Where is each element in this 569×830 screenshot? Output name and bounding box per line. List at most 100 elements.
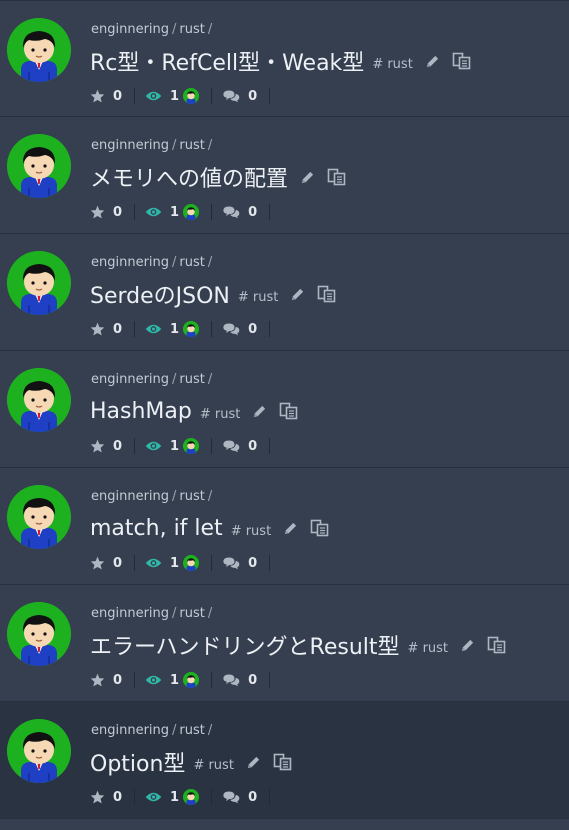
pencil-icon[interactable]	[283, 521, 298, 536]
pencil-icon[interactable]	[425, 54, 440, 69]
comment-stat[interactable]: 0	[222, 89, 257, 104]
comment-icon[interactable]	[222, 673, 240, 687]
post-item[interactable]: enginnering / rust / SerdeのJSON # rust 0…	[0, 234, 569, 351]
pencil-icon[interactable]	[460, 638, 475, 653]
post-item[interactable]: enginnering / rust / エラーハンドリングとResult型 # ru…	[0, 585, 569, 702]
post-title[interactable]: エラーハンドリングとResult型	[90, 629, 400, 661]
comment-icon[interactable]	[222, 205, 240, 219]
copy-icon[interactable]	[279, 402, 299, 420]
star-stat[interactable]: 0	[90, 439, 122, 454]
author-avatar[interactable]	[7, 251, 71, 315]
category-link[interactable]: enginnering	[91, 255, 169, 270]
star-stat[interactable]: 0	[90, 673, 122, 688]
watcher-avatar[interactable]	[183, 204, 200, 220]
pencil-icon[interactable]	[246, 755, 261, 770]
watch-stat[interactable]: 1	[145, 438, 200, 454]
watcher-avatar[interactable]	[183, 789, 200, 805]
watcher-avatar[interactable]	[183, 555, 200, 571]
subcategory-link[interactable]: rust	[179, 255, 204, 270]
subcategory-link[interactable]: rust	[179, 723, 204, 738]
watcher-avatar[interactable]	[183, 438, 200, 454]
subcategory-link[interactable]: rust	[179, 138, 204, 153]
watch-stat[interactable]: 1	[145, 321, 200, 337]
watcher-avatar[interactable]	[183, 88, 200, 104]
watch-stat[interactable]: 1	[145, 204, 200, 220]
watcher-avatar[interactable]	[183, 321, 200, 337]
post-title[interactable]: メモリへの値の配置	[90, 161, 288, 193]
star-icon[interactable]	[90, 89, 105, 103]
post-tag[interactable]: # rust	[408, 641, 448, 656]
category-link[interactable]: enginnering	[91, 489, 169, 504]
subcategory-link[interactable]: rust	[179, 489, 204, 504]
star-stat[interactable]: 0	[90, 322, 122, 337]
post-tag[interactable]: # rust	[200, 407, 240, 422]
eye-icon[interactable]	[145, 557, 162, 569]
copy-icon[interactable]	[273, 753, 293, 771]
author-avatar[interactable]	[7, 602, 71, 666]
post-item[interactable]: enginnering / rust / Rc型・RefCell型・Weak型 # r…	[0, 0, 569, 117]
comment-stat[interactable]: 0	[222, 439, 257, 454]
category-link[interactable]: enginnering	[91, 723, 169, 738]
star-stat[interactable]: 0	[90, 790, 122, 805]
category-link[interactable]: enginnering	[91, 606, 169, 621]
comment-stat[interactable]: 0	[222, 790, 257, 805]
author-avatar[interactable]	[7, 134, 71, 198]
pencil-icon[interactable]	[290, 287, 305, 302]
post-title[interactable]: Option型	[90, 746, 185, 778]
star-stat[interactable]: 0	[90, 205, 122, 220]
star-icon[interactable]	[90, 790, 105, 804]
eye-icon[interactable]	[145, 90, 162, 102]
comment-stat[interactable]: 0	[222, 556, 257, 571]
comment-stat[interactable]: 0	[222, 673, 257, 688]
author-avatar[interactable]	[7, 368, 71, 432]
star-icon[interactable]	[90, 556, 105, 570]
subcategory-link[interactable]: rust	[179, 22, 204, 37]
post-item[interactable]: enginnering / rust / HashMap # rust 0 1 …	[0, 351, 569, 468]
author-avatar[interactable]	[7, 18, 71, 82]
post-title[interactable]: Rc型・RefCell型・Weak型	[90, 45, 364, 77]
star-icon[interactable]	[90, 439, 105, 453]
copy-icon[interactable]	[452, 52, 472, 70]
category-link[interactable]: enginnering	[91, 372, 169, 387]
star-icon[interactable]	[90, 673, 105, 687]
star-stat[interactable]: 0	[90, 89, 122, 104]
comment-icon[interactable]	[222, 322, 240, 336]
author-avatar[interactable]	[7, 485, 71, 549]
comment-icon[interactable]	[222, 790, 240, 804]
watcher-avatar[interactable]	[183, 672, 200, 688]
post-tag[interactable]: # rust	[372, 57, 412, 72]
subcategory-link[interactable]: rust	[179, 606, 204, 621]
post-title[interactable]: SerdeのJSON	[90, 278, 230, 310]
comment-stat[interactable]: 0	[222, 205, 257, 220]
post-title[interactable]: HashMap	[90, 399, 192, 424]
watch-stat[interactable]: 1	[145, 88, 200, 104]
watch-stat[interactable]: 1	[145, 672, 200, 688]
post-item[interactable]: enginnering / rust / メモリへの値の配置 0 1 0	[0, 117, 569, 234]
copy-icon[interactable]	[327, 168, 347, 186]
eye-icon[interactable]	[145, 440, 162, 452]
star-icon[interactable]	[90, 322, 105, 336]
comment-stat[interactable]: 0	[222, 322, 257, 337]
star-stat[interactable]: 0	[90, 556, 122, 571]
eye-icon[interactable]	[145, 791, 162, 803]
eye-icon[interactable]	[145, 206, 162, 218]
post-tag[interactable]: # rust	[193, 758, 233, 773]
post-tag[interactable]: # rust	[238, 290, 278, 305]
pencil-icon[interactable]	[300, 170, 315, 185]
comment-icon[interactable]	[222, 89, 240, 103]
copy-icon[interactable]	[317, 285, 337, 303]
author-avatar[interactable]	[7, 719, 71, 783]
pencil-icon[interactable]	[252, 404, 267, 419]
comment-icon[interactable]	[222, 439, 240, 453]
watch-stat[interactable]: 1	[145, 555, 200, 571]
watch-stat[interactable]: 1	[145, 789, 200, 805]
eye-icon[interactable]	[145, 323, 162, 335]
post-item[interactable]: enginnering / rust / match, if let # rust	[0, 468, 569, 585]
comment-icon[interactable]	[222, 556, 240, 570]
subcategory-link[interactable]: rust	[179, 372, 204, 387]
star-icon[interactable]	[90, 205, 105, 219]
eye-icon[interactable]	[145, 674, 162, 686]
category-link[interactable]: enginnering	[91, 22, 169, 37]
post-title[interactable]: match, if let	[90, 516, 223, 541]
post-item[interactable]: enginnering / rust / Option型 # rust 0 1 …	[0, 702, 569, 819]
